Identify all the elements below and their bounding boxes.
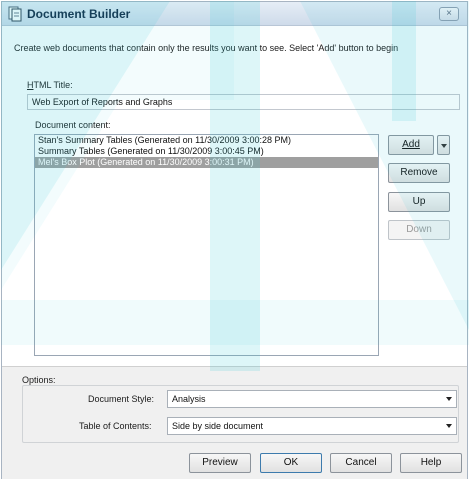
cancel-button-label: Cancel: [345, 457, 377, 468]
list-item[interactable]: Stan's Summary Tables (Generated on 11/3…: [35, 135, 378, 146]
ok-button[interactable]: OK: [260, 453, 322, 473]
help-button[interactable]: Help: [400, 453, 462, 473]
dialog-footer: Options: Document Style: Analysis Table …: [2, 366, 467, 479]
document-style-label: Document Style:: [88, 394, 155, 404]
add-dropdown-button[interactable]: [437, 135, 450, 155]
add-button[interactable]: Add: [388, 135, 434, 155]
help-button-label: Help: [420, 457, 442, 468]
down-button-label: Down: [406, 224, 432, 235]
close-icon: ×: [446, 8, 452, 19]
down-button[interactable]: Down: [388, 220, 450, 240]
html-title-label: HTML Title:: [27, 80, 73, 90]
cancel-button[interactable]: Cancel: [330, 453, 392, 473]
chevron-down-icon: [446, 397, 452, 401]
document-content-label: Document content:: [35, 120, 111, 130]
html-title-label-text: TML Title:: [33, 80, 73, 90]
remove-button-label: Remove: [400, 167, 438, 178]
up-button[interactable]: Up: [388, 192, 450, 212]
document-style-value: Analysis: [172, 394, 206, 404]
table-of-contents-value: Side by side document: [172, 421, 264, 431]
up-button-label: Up: [412, 196, 426, 207]
list-item[interactable]: Summary Tables (Generated on 11/30/2009 …: [35, 146, 378, 157]
document-style-select[interactable]: Analysis: [167, 390, 457, 408]
preview-button[interactable]: Preview: [189, 453, 251, 473]
document-builder-dialog: Document Builder × Create web documents …: [1, 1, 468, 479]
add-button-label: Add: [402, 139, 420, 150]
title-bar: Document Builder ×: [2, 2, 467, 26]
chevron-down-icon: [446, 424, 452, 428]
window-title: Document Builder: [27, 7, 131, 21]
document-content-list[interactable]: Stan's Summary Tables (Generated on 11/3…: [34, 134, 379, 356]
table-of-contents-label: Table of Contents:: [79, 421, 152, 431]
document-icon: [8, 6, 22, 22]
remove-button[interactable]: Remove: [388, 163, 450, 183]
instructions-text: Create web documents that contain only t…: [14, 43, 399, 53]
ok-button-label: OK: [283, 457, 299, 468]
list-item-selected[interactable]: Mel's Box Plot (Generated on 11/30/2009 …: [35, 157, 378, 168]
table-of-contents-select[interactable]: Side by side document: [167, 417, 457, 435]
preview-button-label: Preview: [202, 457, 238, 468]
close-button[interactable]: ×: [439, 7, 459, 21]
html-title-input[interactable]: [27, 94, 460, 110]
dialog-body: Create web documents that contain only t…: [2, 27, 467, 365]
options-label: Options:: [22, 375, 56, 385]
